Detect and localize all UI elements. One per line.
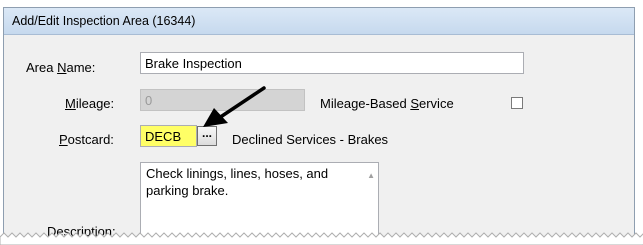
arrow-annotation-icon: [203, 86, 266, 127]
torn-edge: [0, 232, 643, 245]
